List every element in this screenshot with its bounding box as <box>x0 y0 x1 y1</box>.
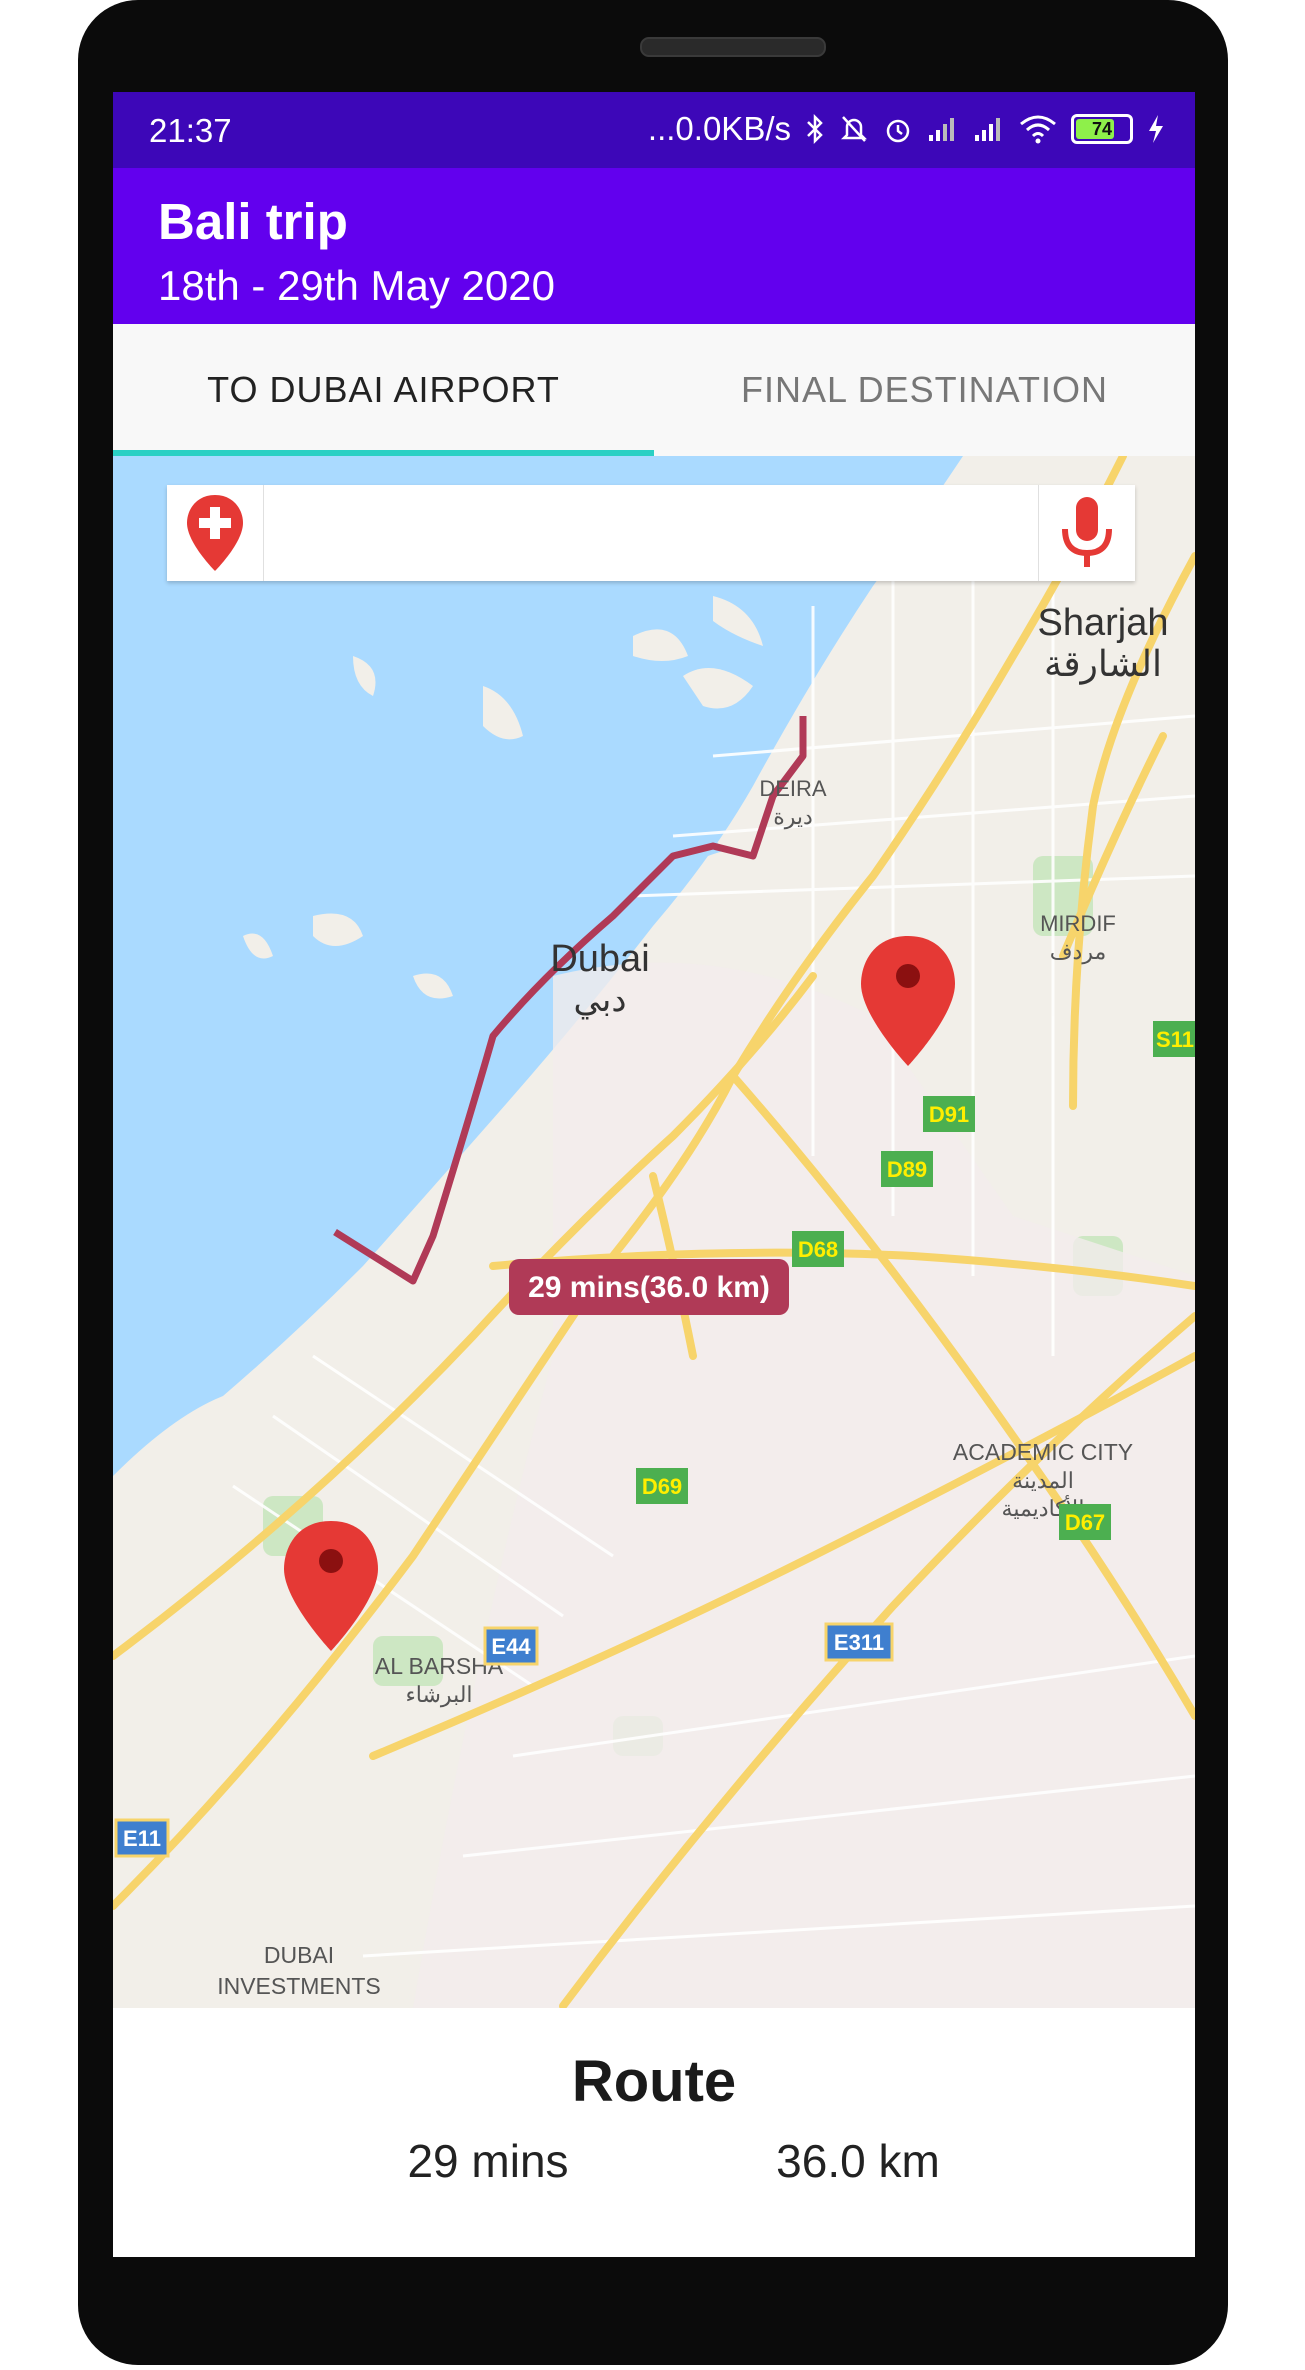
mute-icon <box>840 116 868 142</box>
label-academic-city: ACADEMIC CITY <box>953 1439 1133 1465</box>
label-al-barsha-ar: البرشاء <box>405 1682 472 1708</box>
status-bar: 21:37 ...0.0KB/s 74 <box>113 92 1195 168</box>
label-deira: DEIRA <box>759 776 827 801</box>
shield-d69: D69 <box>636 1468 688 1504</box>
alarm-icon <box>886 119 910 143</box>
shield-e311: E311 <box>824 1622 894 1662</box>
tab-final-destination[interactable]: FINAL DESTINATION <box>654 324 1195 456</box>
shield-d68: D68 <box>792 1231 844 1267</box>
bluetooth-icon <box>807 113 823 145</box>
svg-text:D89: D89 <box>887 1157 927 1182</box>
map-canvas[interactable]: Sharjah الشارقة DEIRA ديرة Dubai دبي MIR… <box>113 456 1195 2008</box>
phone-speaker <box>640 37 826 57</box>
network-speed: ...0.0KB/s <box>647 110 791 147</box>
shield-d89: D89 <box>881 1151 933 1187</box>
route-distance: 36.0 km <box>776 2135 940 2187</box>
route-title: Route <box>571 2049 737 2114</box>
label-dubai-ar: دبي <box>574 981 627 1019</box>
shield-d67: D67 <box>1059 1504 1111 1540</box>
search-input[interactable] <box>265 485 1035 581</box>
battery-level: 74 <box>1091 119 1113 139</box>
svg-text:D67: D67 <box>1065 1510 1105 1535</box>
microphone-icon <box>1062 497 1112 567</box>
label-mirdif: MIRDIF <box>1040 911 1116 936</box>
map-view[interactable]: Sharjah الشارقة DEIRA ديرة Dubai دبي MIR… <box>113 456 1195 2008</box>
label-mirdif-ar: مردف <box>1050 939 1107 965</box>
tab-bar: TO DUBAI AIRPORT FINAL DESTINATION <box>113 324 1195 457</box>
trip-title: Bali trip <box>158 193 348 250</box>
shield-s11: S11 <box>1153 1021 1195 1057</box>
search-bar <box>167 485 1135 581</box>
svg-text:D68: D68 <box>798 1237 838 1262</box>
phone-bottom-bezel <box>113 2257 1195 2347</box>
signal-icon <box>975 118 1000 141</box>
label-dubai: Dubai <box>550 938 649 980</box>
route-duration-label: 29 mins(36.0 km) <box>509 1259 789 1315</box>
label-academic-city-ar1: المدينة <box>1012 1468 1074 1493</box>
add-location-icon <box>187 495 243 571</box>
label-sharjah: Sharjah <box>1038 602 1169 644</box>
status-time: 21:37 <box>149 112 232 149</box>
add-location-button[interactable] <box>167 485 264 581</box>
svg-text:D91: D91 <box>929 1102 969 1127</box>
trip-dates: 18th - 29th May 2020 <box>158 262 555 309</box>
label-dubai-investments-2: INVESTMENTS <box>217 1973 381 1999</box>
tab-to-dubai-airport[interactable]: TO DUBAI AIRPORT <box>113 324 654 456</box>
route-summary: Route 29 mins 36.0 km <box>113 2008 1195 2257</box>
battery-icon: 74 <box>1071 114 1133 144</box>
route-duration: 29 mins <box>407 2135 569 2187</box>
svg-text:E311: E311 <box>834 1630 884 1655</box>
wifi-icon <box>1020 115 1056 144</box>
svg-text:E11: E11 <box>123 1826 161 1851</box>
svg-text:D69: D69 <box>642 1474 682 1499</box>
status-icons: ...0.0KB/s 74 <box>648 110 1165 148</box>
signal-icon <box>929 118 954 141</box>
app-screen: 21:37 ...0.0KB/s 74 Bali trip 18th - 29t… <box>113 92 1195 2257</box>
shield-e11: E11 <box>114 1818 170 1858</box>
label-sharjah-ar: الشارقة <box>1044 643 1162 685</box>
label-dubai-investments-1: DUBAI <box>264 1942 334 1968</box>
svg-text:S11: S11 <box>1156 1027 1194 1052</box>
route-duration-text: 29 mins(36.0 km) <box>528 1271 770 1304</box>
shield-e44: E44 <box>483 1626 539 1666</box>
app-bar: Bali trip 18th - 29th May 2020 <box>113 168 1195 324</box>
charging-icon <box>1149 115 1163 143</box>
svg-text:E44: E44 <box>491 1634 531 1659</box>
label-deira-ar: ديرة <box>773 804 813 830</box>
shield-d91: D91 <box>923 1096 975 1132</box>
voice-search-button[interactable] <box>1038 485 1135 581</box>
